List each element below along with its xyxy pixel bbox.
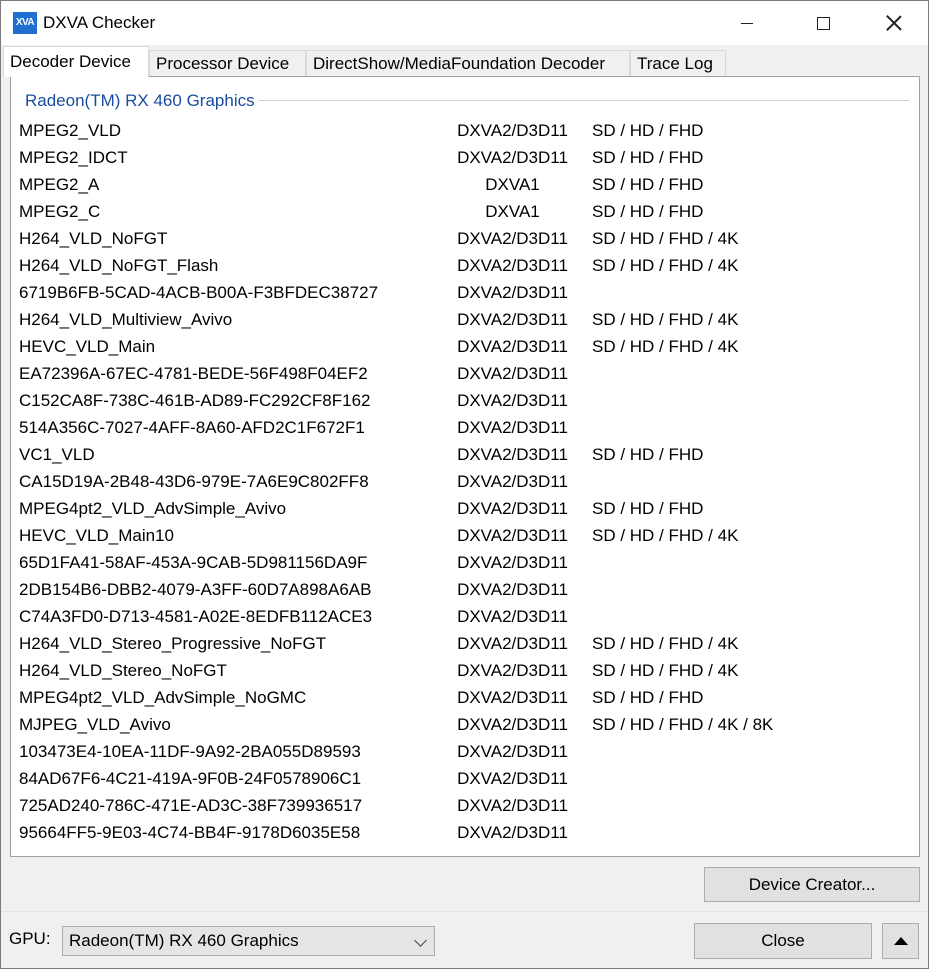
decoder-name: H264_VLD_Stereo_NoFGT <box>19 661 227 680</box>
decoder-name: MJPEG_VLD_Avivo <box>19 715 171 734</box>
decoder-resolutions: SD / HD / FHD <box>592 499 704 518</box>
decoder-resolutions: SD / HD / FHD <box>592 445 704 464</box>
tab-decoder-device[interactable]: Decoder Device <box>3 46 149 77</box>
decoder-name: VC1_VLD <box>19 445 95 464</box>
decoder-name: 2DB154B6-DBB2-4079-A3FF-60D7A898A6AB <box>19 580 372 599</box>
group-divider <box>256 100 909 101</box>
decoder-resolutions: SD / HD / FHD <box>592 688 704 707</box>
decoder-name: HEVC_VLD_Main10 <box>19 526 174 545</box>
maximize-icon <box>817 16 830 30</box>
decoder-name: 84AD67F6-4C21-419A-9F0B-24F0578906C1 <box>19 769 362 788</box>
gpu-select[interactable]: Radeon(TM) RX 460 Graphics <box>62 926 435 956</box>
device-creator-button[interactable]: Device Creator... <box>704 867 920 902</box>
decoder-name: EA72396A-67EC-4781-BEDE-56F498F04EF2 <box>19 364 368 383</box>
decoder-name: C152CA8F-738C-461B-AD89-FC292CF8F162 <box>19 391 371 410</box>
decoder-api: DXVA2/D3D11 <box>457 256 568 275</box>
decoder-resolutions: SD / HD / FHD / 4K <box>592 526 739 545</box>
scroll-up-button[interactable] <box>882 923 919 959</box>
chevron-down-icon <box>414 934 427 947</box>
tab-processor-device[interactable]: Processor Device <box>149 50 306 76</box>
decoder-resolutions: SD / HD / FHD / 4K <box>592 337 739 356</box>
minimize-icon <box>740 22 753 24</box>
decoder-api: DXVA2/D3D11 <box>457 499 568 518</box>
close-window-button[interactable] <box>859 1 928 45</box>
decoder-resolutions: SD / HD / FHD / 4K <box>592 661 739 680</box>
decoder-name: C74A3FD0-D713-4581-A02E-8EDFB112ACE3 <box>19 607 373 626</box>
gpu-group-title: Radeon(TM) RX 460 Graphics <box>25 91 259 111</box>
decoder-api: DXVA1 <box>485 175 540 194</box>
decoder-api: DXVA2/D3D11 <box>457 607 568 626</box>
decoder-name: H264_VLD_NoFGT <box>19 229 168 248</box>
close-icon <box>886 15 902 31</box>
decoder-api: DXVA2/D3D11 <box>457 823 568 842</box>
decoder-name: 514A356C-7027-4AFF-8A60-AFD2C1F672F1 <box>19 418 365 437</box>
maximize-button[interactable] <box>789 1 858 45</box>
decoder-api: DXVA2/D3D11 <box>457 472 568 491</box>
decoder-name: 725AD240-786C-471E-AD3C-38F739936517 <box>19 796 363 815</box>
decoder-api: DXVA2/D3D11 <box>457 229 568 248</box>
decoder-api: DXVA2/D3D11 <box>457 148 568 167</box>
decoder-api: DXVA2/D3D11 <box>457 310 568 329</box>
decoder-resolutions: SD / HD / FHD <box>592 175 704 194</box>
decoder-api: DXVA2/D3D11 <box>457 391 568 410</box>
minimize-button[interactable] <box>712 1 781 45</box>
decoder-name: CA15D19A-2B48-43D6-979E-7A6E9C802FF8 <box>19 472 369 491</box>
app-window: XVA DXVA Checker Decoder Device Processo… <box>0 0 929 969</box>
decoder-name: H264_VLD_NoFGT_Flash <box>19 256 219 275</box>
footer-divider <box>1 911 928 912</box>
decoder-api: DXVA2/D3D11 <box>457 121 568 140</box>
decoder-api: DXVA2/D3D11 <box>457 283 568 302</box>
decoder-api: DXVA2/D3D11 <box>457 796 568 815</box>
decoder-api: DXVA2/D3D11 <box>457 634 568 653</box>
decoder-api: DXVA2/D3D11 <box>457 715 568 734</box>
decoder-api: DXVA2/D3D11 <box>457 337 568 356</box>
decoder-name: 95664FF5-9E03-4C74-BB4F-9178D6035E58 <box>19 823 361 842</box>
decoder-name: MPEG4pt2_VLD_AdvSimple_NoGMC <box>19 688 307 707</box>
decoder-resolutions: SD / HD / FHD / 4K <box>592 229 739 248</box>
decoder-resolutions: SD / HD / FHD / 4K <box>592 310 739 329</box>
decoder-api: DXVA2/D3D11 <box>457 688 568 707</box>
decoder-resolutions: SD / HD / FHD / 4K <box>592 634 739 653</box>
decoder-name: H264_VLD_Multiview_Avivo <box>19 310 233 329</box>
decoder-api: DXVA2/D3D11 <box>457 661 568 680</box>
decoder-name: H264_VLD_Stereo_Progressive_NoFGT <box>19 634 327 653</box>
window-title: DXVA Checker <box>43 13 156 32</box>
close-button[interactable]: Close <box>694 923 872 959</box>
decoder-api: DXVA2/D3D11 <box>457 364 568 383</box>
decoder-api: DXVA2/D3D11 <box>457 445 568 464</box>
decoder-name: MPEG2_VLD <box>19 121 122 140</box>
triangle-up-icon <box>894 937 908 945</box>
decoder-api: DXVA1 <box>485 202 540 221</box>
decoder-api: DXVA2/D3D11 <box>457 742 568 761</box>
decoder-name: 65D1FA41-58AF-453A-9CAB-5D981156DA9F <box>19 553 368 572</box>
decoder-api: DXVA2/D3D11 <box>457 418 568 437</box>
decoder-resolutions: SD / HD / FHD <box>592 202 704 221</box>
title-bar[interactable]: XVA DXVA Checker <box>1 1 928 45</box>
tab-trace-log[interactable]: Trace Log <box>630 50 726 76</box>
decoder-name: HEVC_VLD_Main <box>19 337 156 356</box>
decoder-resolutions: SD / HD / FHD <box>592 148 704 167</box>
decoder-api: DXVA2/D3D11 <box>457 580 568 599</box>
decoder-device-panel: Radeon(TM) RX 460 Graphics MPEG2_VLD DXVA… <box>10 76 920 857</box>
decoder-api: DXVA2/D3D11 <box>457 769 568 788</box>
decoder-name: MPEG2_A <box>19 175 100 194</box>
tab-directshow-mediafoundation-decoder[interactable]: DirectShow/MediaFoundation Decoder <box>306 50 630 76</box>
dxva-app-icon: XVA <box>13 12 37 34</box>
decoder-name: 6719B6FB-5CAD-4ACB-B00A-F3BFDEC38727 <box>19 283 379 302</box>
decoder-api: DXVA2/D3D11 <box>457 553 568 572</box>
gpu-select-value: Radeon(TM) RX 460 Graphics <box>69 931 299 950</box>
decoder-name: MPEG2_C <box>19 202 101 221</box>
decoder-resolutions: SD / HD / FHD / 4K <box>592 256 739 275</box>
decoder-name: 103473E4-10EA-11DF-9A92-2BA055D89593 <box>19 742 361 761</box>
decoder-name: MPEG4pt2_VLD_AdvSimple_Avivo <box>19 499 287 518</box>
decoder-resolutions: SD / HD / FHD / 4K / 8K <box>592 715 774 734</box>
decoder-name: MPEG2_IDCT <box>19 148 128 167</box>
decoder-api: DXVA2/D3D11 <box>457 526 568 545</box>
gpu-label: GPU: <box>9 929 51 948</box>
decoder-resolutions: SD / HD / FHD <box>592 121 704 140</box>
